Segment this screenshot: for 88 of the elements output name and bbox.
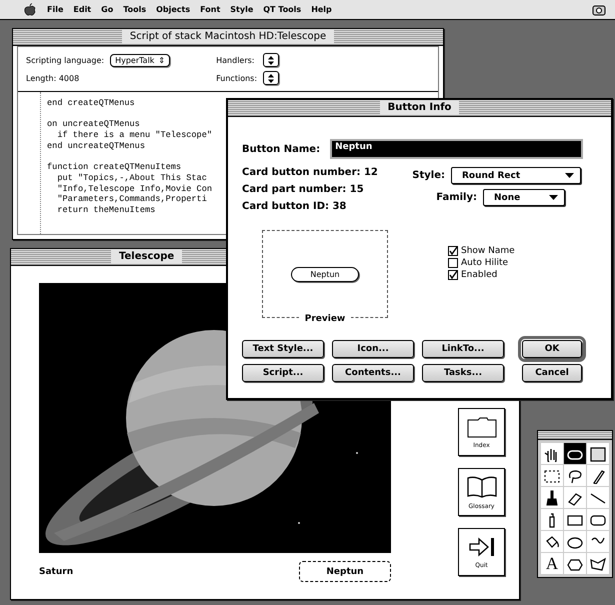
checkbox-label: Auto Hilite <box>461 258 508 268</box>
functions-label: Functions: <box>216 74 258 82</box>
language-label: Scripting language: <box>26 56 104 64</box>
tool-button[interactable] <box>541 487 563 508</box>
menu-item[interactable]: QT Tools <box>258 5 306 14</box>
checkbox-label: Enabled <box>461 270 498 280</box>
tool-button[interactable] <box>564 443 586 464</box>
menu-item[interactable]: Style <box>225 5 258 14</box>
checkbox[interactable] <box>448 258 458 268</box>
tool-button[interactable] <box>564 553 586 574</box>
picture-caption: Saturn <box>39 566 74 576</box>
tool-button[interactable] <box>541 509 563 530</box>
script-line: "Info,Telescope Info,Movie Con <box>56 184 212 194</box>
tool-button[interactable] <box>541 465 563 486</box>
script-line: if there is a menu "Telescope" <box>56 130 212 141</box>
functions-popup[interactable] <box>263 71 280 85</box>
menu-item[interactable]: Edit <box>68 5 96 14</box>
button-name-field[interactable]: Neptun <box>330 139 583 159</box>
tool-button[interactable] <box>564 531 586 552</box>
dialog-button[interactable]: Cancel <box>522 364 582 382</box>
dotted-rect-icon <box>544 468 560 484</box>
info-text: Card button ID: 38 <box>242 201 348 212</box>
window-title: Script of stack Macintosh HD:Telescope <box>122 30 334 44</box>
dialog-button[interactable]: LinkTo... <box>422 340 504 358</box>
style-label: Style: <box>412 170 445 181</box>
bucket-icon <box>544 534 560 550</box>
up-down-arrows-icon <box>268 56 274 64</box>
tool-button[interactable] <box>564 509 586 530</box>
apple-menu-icon[interactable] <box>24 2 36 16</box>
tool-button[interactable]: A <box>541 553 563 574</box>
script-line: on uncreateQTMenus <box>47 119 140 130</box>
dialog-button[interactable]: Script... <box>242 364 324 382</box>
dialog-button[interactable]: Icon... <box>332 340 414 358</box>
handlers-label: Handlers: <box>216 56 256 64</box>
style-dropdown[interactable]: Round Rect <box>451 167 581 184</box>
pencil-icon <box>590 468 606 484</box>
handlers-popup[interactable] <box>263 53 280 67</box>
dialog-button[interactable]: Contents... <box>332 364 414 382</box>
info-text: Card part number: 15 <box>242 184 365 195</box>
menu-item[interactable]: Go <box>96 5 118 14</box>
rect-icon <box>590 446 606 462</box>
dialog-button[interactable]: Tasks... <box>422 364 504 382</box>
lasso-icon <box>567 468 583 484</box>
preview-label: Preview <box>298 314 352 324</box>
menu-item[interactable]: Help <box>306 5 337 14</box>
tool-button[interactable] <box>587 465 609 486</box>
dialog-title: Button Info <box>380 101 460 115</box>
menu-item[interactable]: File <box>42 5 68 14</box>
planet-button[interactable]: Neptun <box>299 561 391 582</box>
up-down-arrows-icon <box>268 74 274 82</box>
tool-button[interactable] <box>541 443 563 464</box>
letter-icon: A <box>546 555 558 572</box>
tool-button[interactable] <box>564 465 586 486</box>
folder-icon <box>466 416 496 438</box>
menu-item[interactable]: Objects <box>151 5 196 14</box>
checkbox-label: Show Name <box>461 246 515 256</box>
tool-button[interactable] <box>541 531 563 552</box>
arrow-exit-icon <box>466 536 496 558</box>
script-line: end uncreateQTMenus <box>47 140 145 152</box>
stack-app-icon[interactable] <box>591 2 607 16</box>
script-line: function createQTMenuItems <box>47 162 182 173</box>
checkbox[interactable] <box>448 246 458 256</box>
triangle-down-icon <box>549 195 558 200</box>
window-title: Telescope <box>111 250 182 264</box>
family-dropdown[interactable]: None <box>483 189 565 206</box>
family-label: Family: <box>436 192 477 203</box>
language-popup[interactable]: HyperTalk ⇕ <box>110 54 170 66</box>
tool-button[interactable] <box>564 487 586 508</box>
tool-button[interactable] <box>587 553 609 574</box>
book-icon <box>466 474 498 498</box>
polygon-icon <box>590 556 606 572</box>
tool-button[interactable] <box>587 487 609 508</box>
script-line: put "Topics,-,About This Stac <box>56 172 207 184</box>
menu-item[interactable]: Tools <box>118 5 152 14</box>
dialog-button[interactable]: Text Style... <box>242 340 324 358</box>
checkbox[interactable] <box>448 270 458 280</box>
length-label: Length: 4008 <box>26 74 80 82</box>
brush-icon <box>544 490 560 506</box>
tool-button[interactable] <box>587 531 609 552</box>
triangle-down-icon <box>565 173 574 178</box>
tool-button[interactable] <box>587 509 609 530</box>
button-name-label: Button Name: <box>242 144 320 154</box>
info-text: Card button number: 12 <box>242 167 379 178</box>
tool-button[interactable] <box>587 443 609 464</box>
script-line: end createQTMenus <box>47 98 135 109</box>
menu-item[interactable]: Font <box>195 5 226 14</box>
script-line: "Parameters,Commands,Properti <box>56 194 207 205</box>
script-line: return theMenuItems <box>56 204 156 216</box>
